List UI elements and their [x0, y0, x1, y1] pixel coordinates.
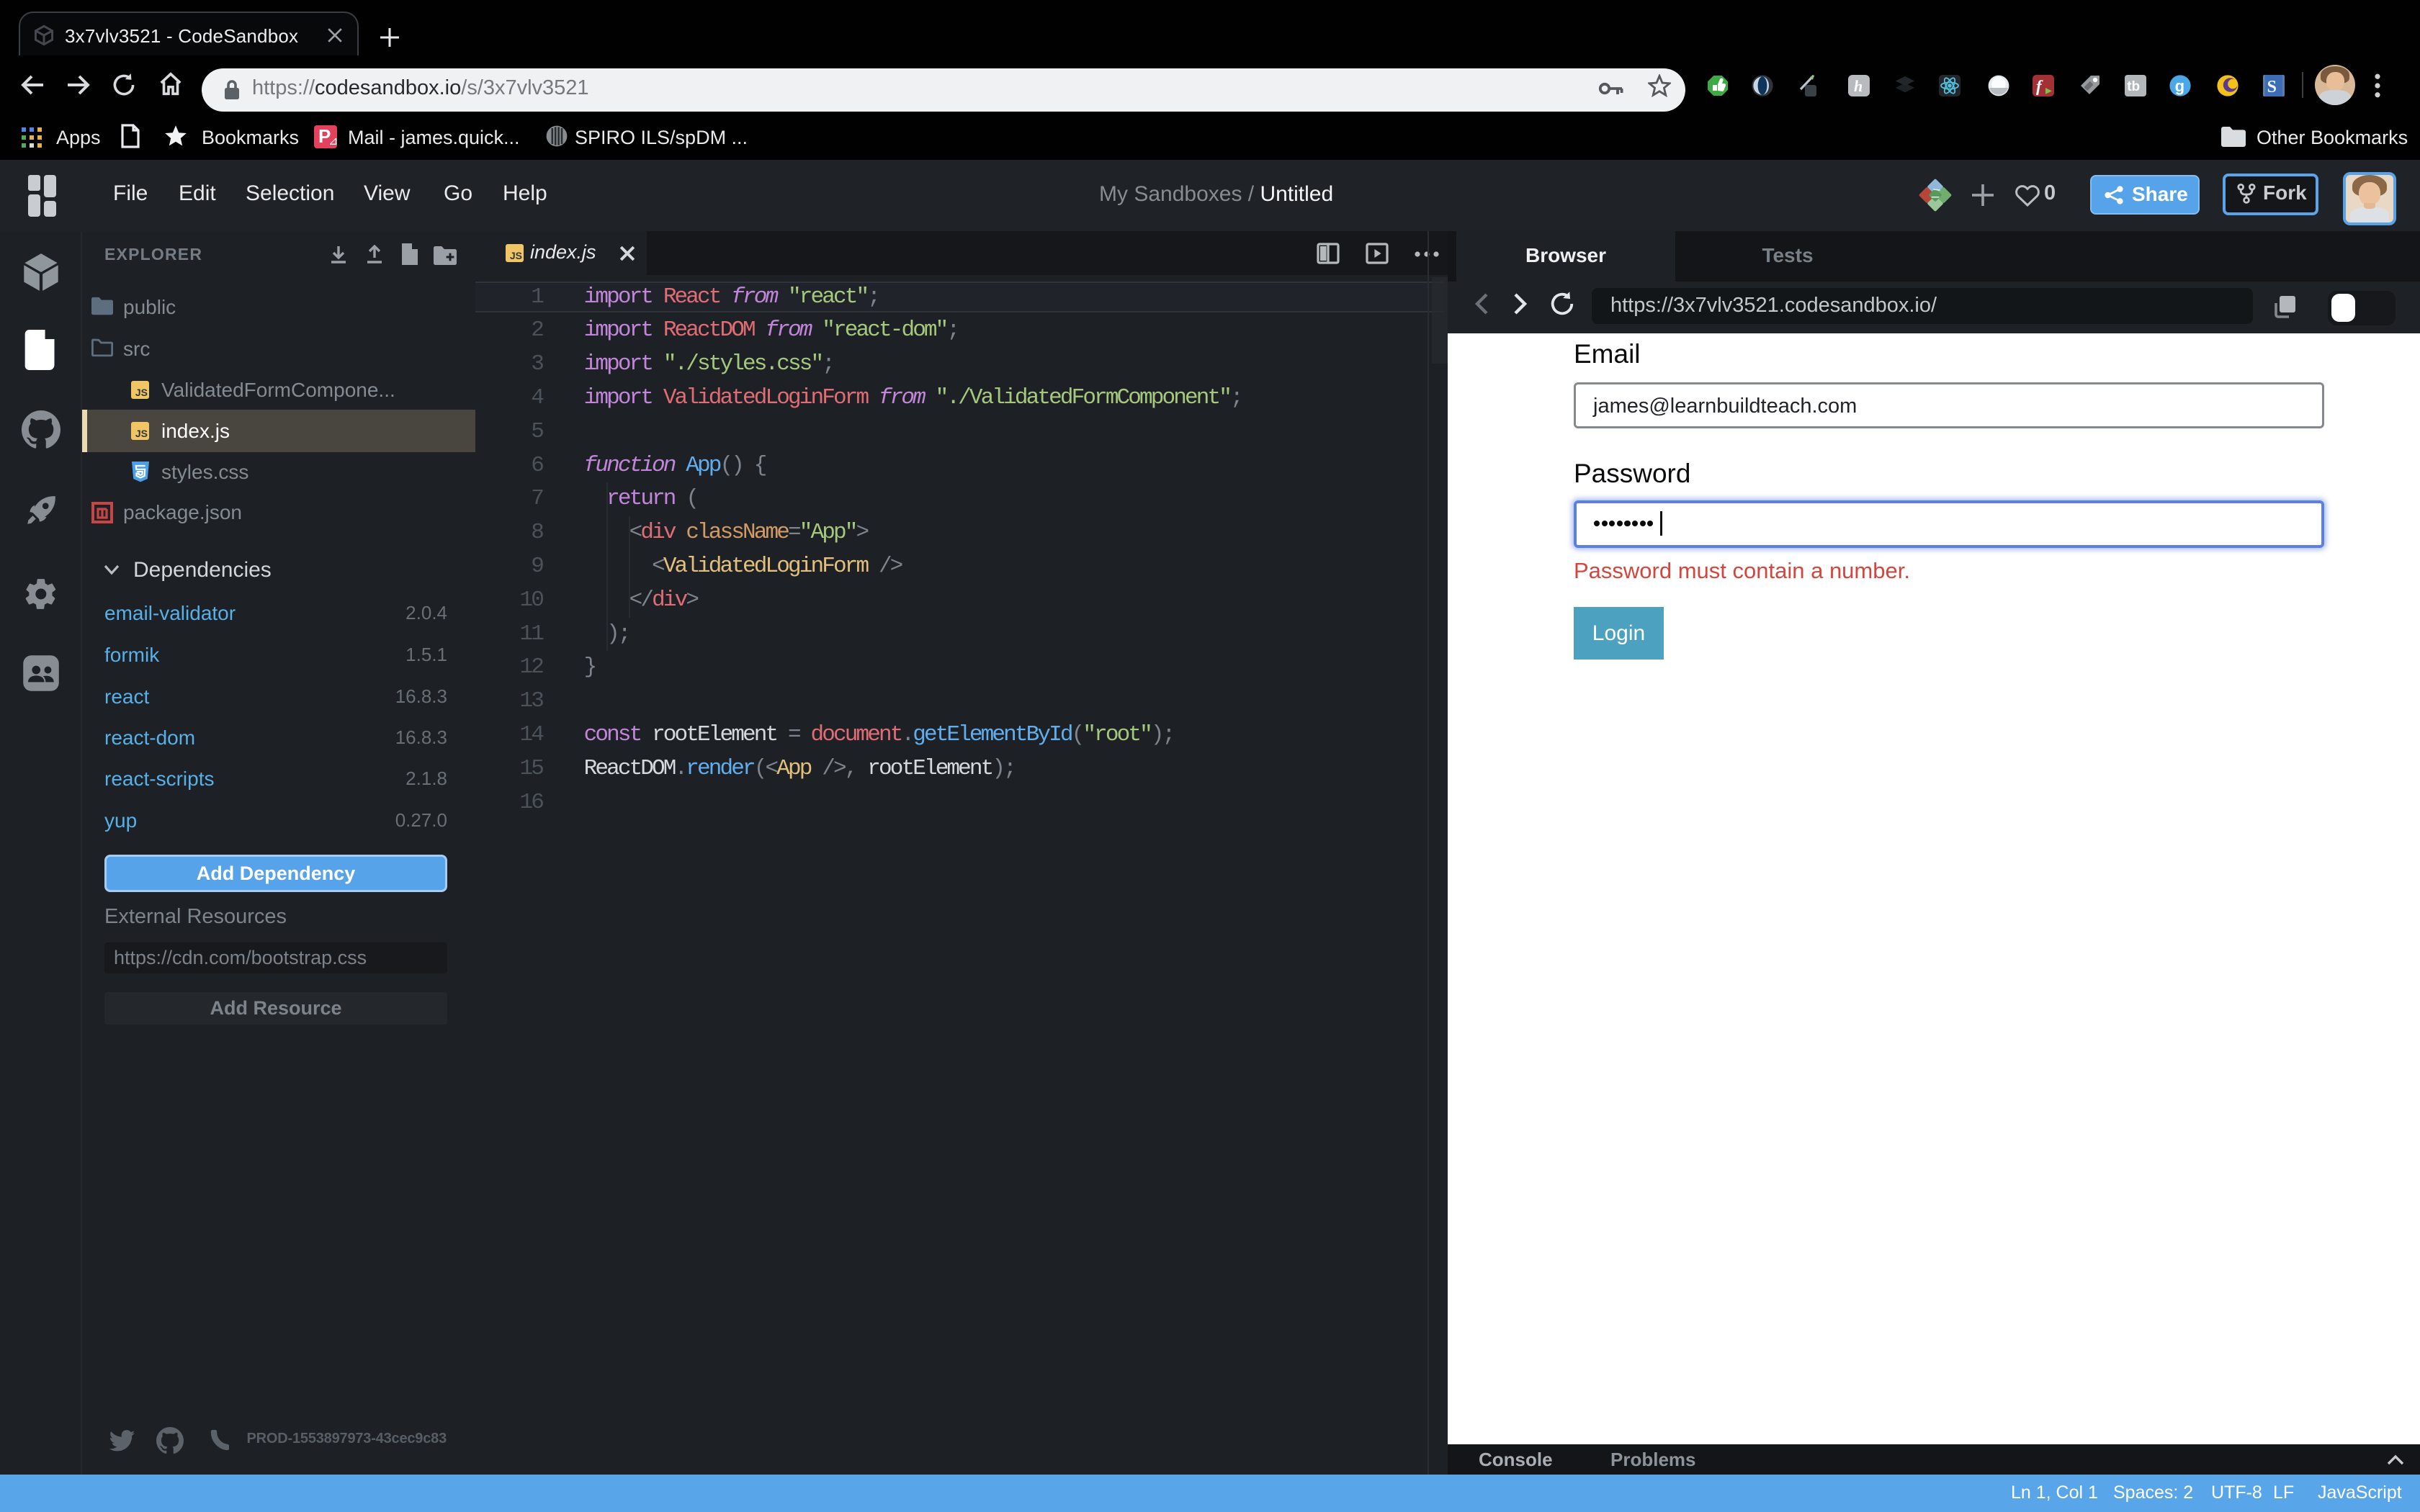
svg-text:tb: tb — [2127, 79, 2140, 94]
svg-text:S: S — [2267, 78, 2277, 96]
svg-text:h: h — [1854, 77, 1863, 95]
svg-text:g: g — [2175, 77, 2184, 95]
